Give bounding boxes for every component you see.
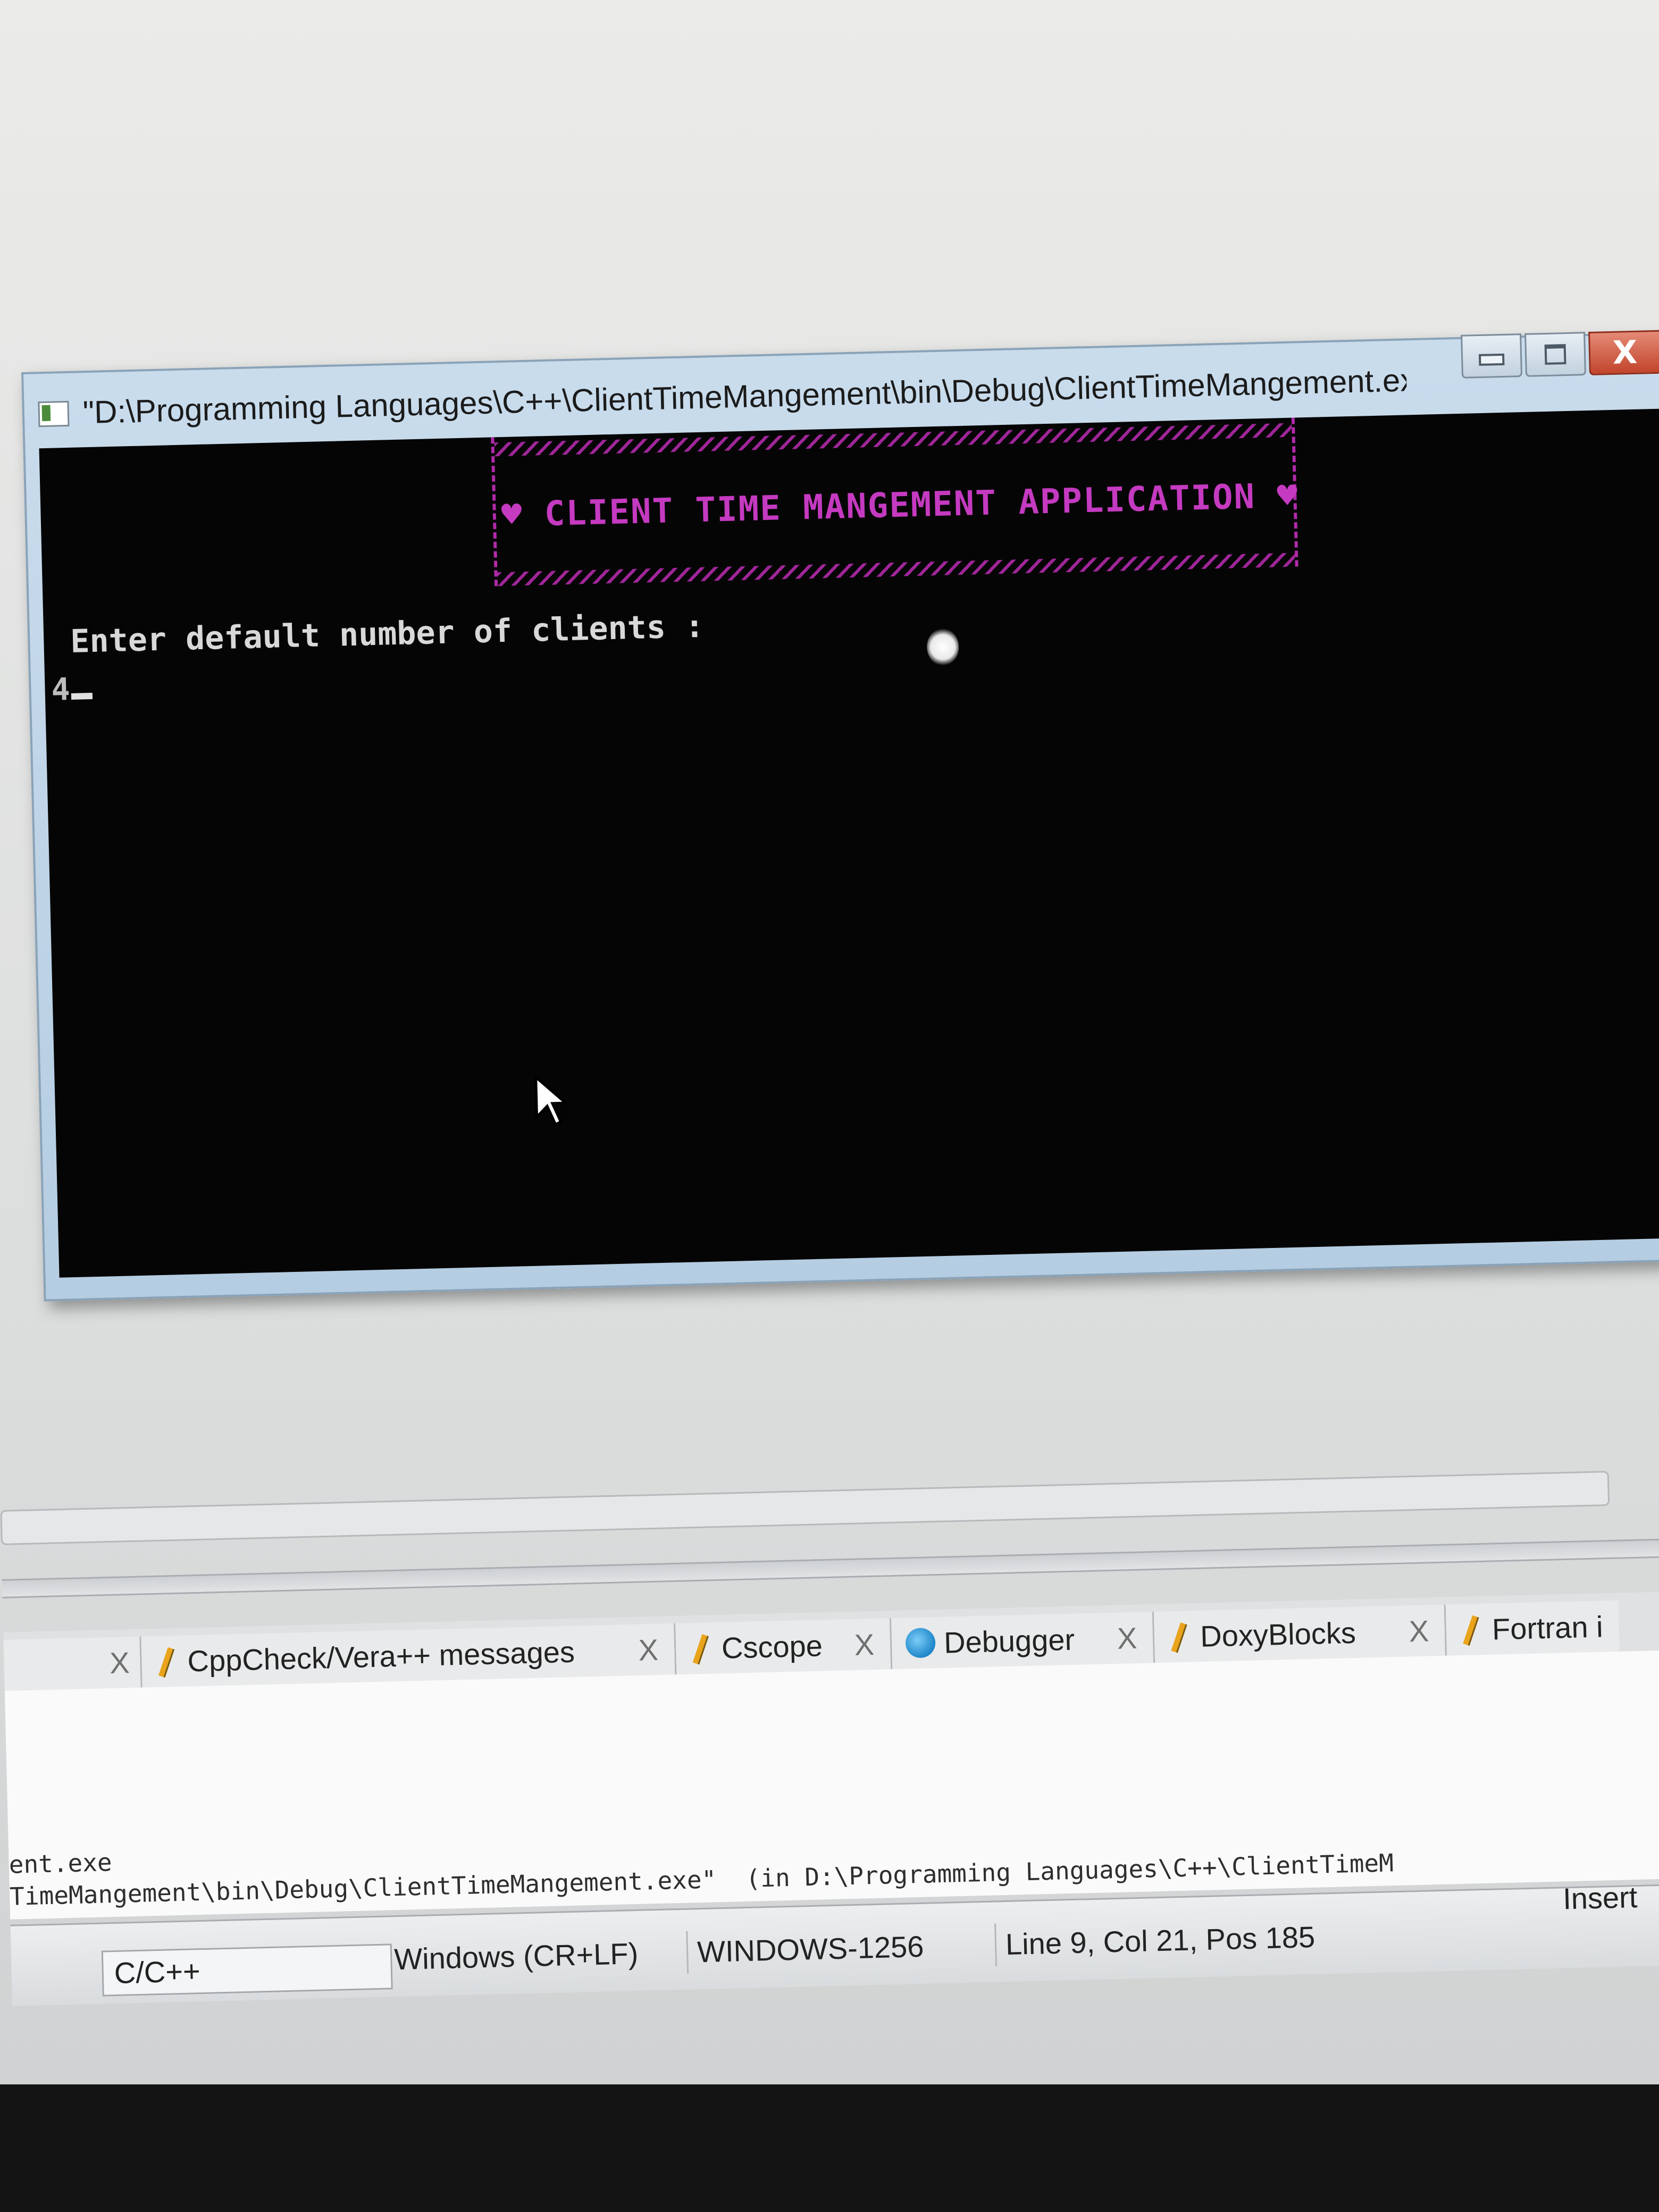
monitor-bezel [0,2084,1659,2212]
minimize-icon [1478,353,1505,366]
status-language[interactable]: C/C++ [101,1943,393,1997]
log-line: ent.exe [9,1848,113,1879]
tab-label: Cscope [721,1628,823,1665]
tab-close-icon[interactable]: X [1117,1620,1137,1655]
minimize-button[interactable] [1461,333,1523,379]
pencil-icon [1460,1613,1481,1646]
tab-label: DoxyBlocks [1200,1615,1356,1653]
ide-logs-panel: X CppCheck/Vera++ messages X Cscope X De… [0,1459,1659,2084]
app-banner: ♥ CLIENT TIME MANGEMENT APPLICATION ♥ [491,417,1299,586]
tab-fortran[interactable]: Fortran i [1445,1600,1620,1656]
heart-icon: ♥ [1276,476,1299,516]
tab-close-icon[interactable]: X [1409,1613,1429,1648]
maximize-button[interactable] [1524,332,1587,377]
console-app-icon [38,400,70,428]
status-insert-mode: Insert [1562,1880,1638,1916]
tab-close-icon[interactable]: X [854,1627,875,1662]
tab-close-icon[interactable]: X [638,1632,659,1667]
screen-glare [926,628,959,666]
window-controls: X [1457,330,1659,379]
status-line-endings: Windows (CR+LF) [383,1931,689,1981]
tab-debugger[interactable]: Debugger X [891,1612,1155,1670]
build-log[interactable]: ent.exe TimeMangement\bin\Debug\ClientTi… [4,1650,1659,1920]
console-input-value: 4 [51,671,71,708]
close-icon: X [1612,333,1638,372]
close-button[interactable]: X [1588,330,1659,375]
tab-close-icon[interactable]: X [109,1645,130,1680]
pencil-icon [689,1632,711,1664]
panel-splitter[interactable] [2,1538,1659,1598]
tab-label: Fortran i [1492,1609,1604,1646]
status-cursor-position: Line 9, Col 21, Pos 185 [1005,1920,1316,1962]
banner-bottom-border [497,552,1295,586]
pencil-icon [155,1645,177,1678]
console-input-line[interactable]: 4 [51,671,93,708]
pencil-icon [1168,1620,1190,1653]
debugger-icon [905,1628,936,1658]
banner-title: ♥ CLIENT TIME MANGEMENT APPLICATION ♥ [500,476,1299,535]
tab-doxyblocks[interactable]: DoxyBlocks X [1154,1604,1447,1663]
maximize-icon [1544,344,1566,365]
tab-label: Debugger [943,1622,1075,1660]
text-cursor [71,692,93,700]
tab-cscope[interactable]: Cscope X [675,1618,893,1675]
tab-previous[interactable]: X [3,1636,143,1691]
console-output[interactable]: ♥ CLIENT TIME MANGEMENT APPLICATION ♥ En… [39,408,1659,1278]
mouse-pointer-icon [534,1074,569,1127]
console-window[interactable]: "D:\Programming Languages\C++\ClientTime… [21,330,1659,1302]
tab-label: CppCheck/Vera++ messages [187,1635,575,1678]
banner-title-text: CLIENT TIME MANGEMENT APPLICATION [543,477,1256,534]
status-encoding: WINDOWS-1256 [686,1923,997,1974]
heart-icon: ♥ [500,495,524,535]
console-prompt: Enter default number of clients : [70,607,705,660]
